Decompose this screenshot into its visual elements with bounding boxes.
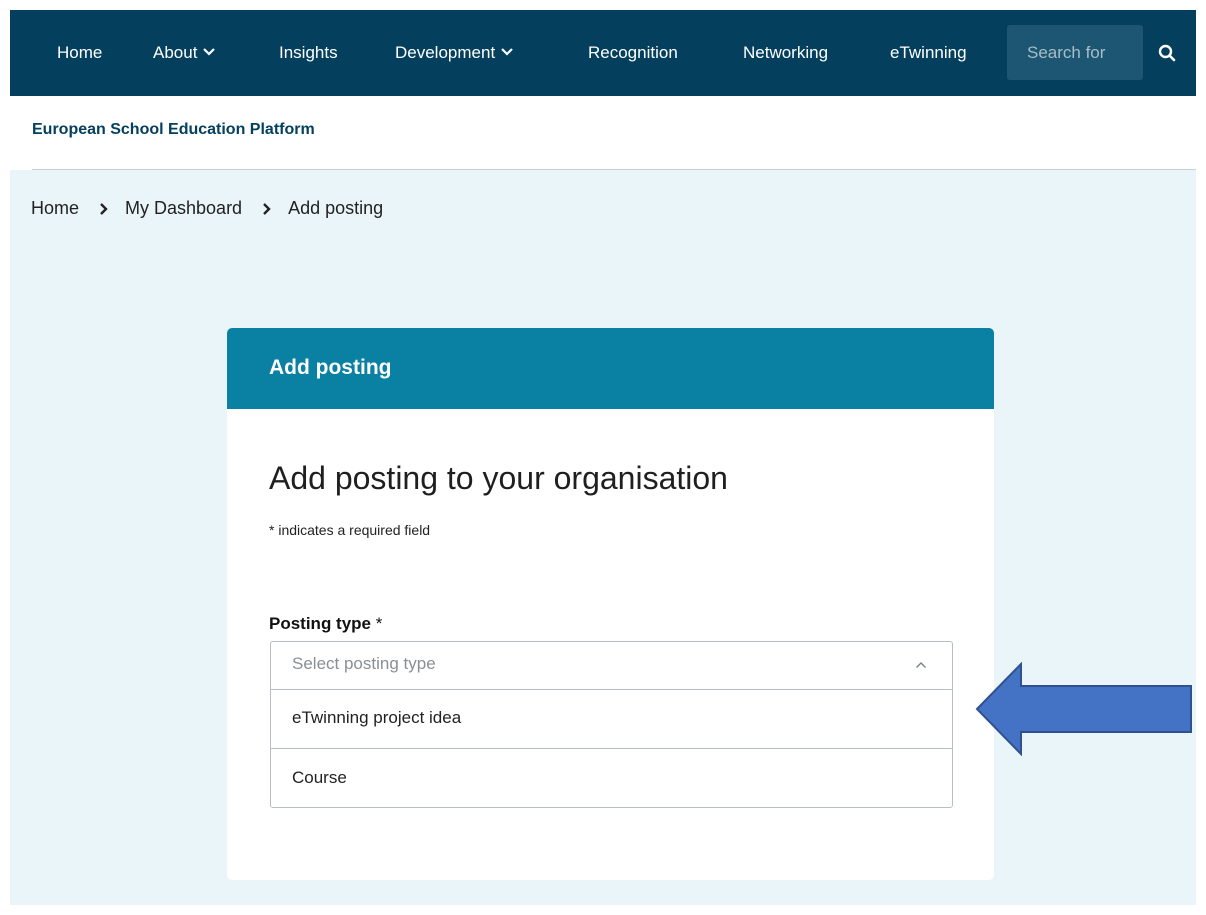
nav-item-recognition[interactable]: Recognition [588,10,678,96]
search-icon [1158,44,1176,61]
breadcrumb-home[interactable]: Home [31,198,79,219]
posting-type-dropdown[interactable]: Select posting type [271,642,952,690]
nav-item-label: Networking [743,43,829,62]
nav-item-label: eTwinning [890,43,967,62]
breadcrumb-my-dashboard[interactable]: My Dashboard [125,198,242,219]
add-posting-card: Add posting Add posting to your organisa… [227,328,994,880]
option-etwinning-project-idea[interactable]: eTwinning project idea [271,689,952,749]
main-content: Home My Dashboard Add posting Add postin… [10,170,1196,905]
chevron-right-icon [100,202,108,215]
posting-type-label-text: Posting type [269,614,372,633]
chevron-down-icon [203,48,216,56]
required-mark: * [375,614,383,633]
platform-bar: European School Education Platform [10,96,1196,170]
nav-item-label: Home [57,43,103,62]
page-title: Add posting to your organisation [269,460,728,496]
option-course[interactable]: Course [271,749,952,808]
required-note: * indicates a required field [269,522,431,538]
select-placeholder: Select posting type [292,654,436,673]
nav-item-networking[interactable]: Networking [743,10,828,96]
nav-item-about[interactable]: About [153,10,216,96]
nav-item-development[interactable]: Development [395,10,514,96]
page: Home About Insights Development Recognit… [0,0,1206,915]
nav-item-label: Recognition [588,43,678,62]
card-header-title: Add posting [269,356,392,379]
platform-title[interactable]: European School Education Platform [32,121,315,139]
nav-item-label: Development [395,43,496,62]
search-input[interactable]: Search for [1007,25,1143,80]
breadcrumb-current: Add posting [288,198,384,218]
search-placeholder: Search for [1027,43,1106,62]
posting-type-label: Posting type * [269,614,382,634]
nav-item-label: Insights [279,43,338,62]
search-button[interactable] [1145,25,1189,80]
chevron-down-icon [501,48,513,56]
chevron-right-icon [263,202,271,215]
posting-type-select: Select posting type eTwinning project id… [270,641,953,808]
option-label: Course [292,768,347,787]
nav-item-home[interactable]: Home [57,10,102,96]
top-nav: Home About Insights Development Recognit… [10,10,1196,96]
breadcrumb: Home My Dashboard Add posting [31,198,383,219]
chevron-up-icon [916,662,926,668]
option-label: eTwinning project idea [292,708,462,727]
nav-item-label: About [153,43,198,62]
nav-item-insights[interactable]: Insights [279,10,338,96]
annotation-arrow-icon [975,662,1192,756]
nav-item-etwinning[interactable]: eTwinning [890,10,967,96]
card-header: Add posting [227,328,994,409]
